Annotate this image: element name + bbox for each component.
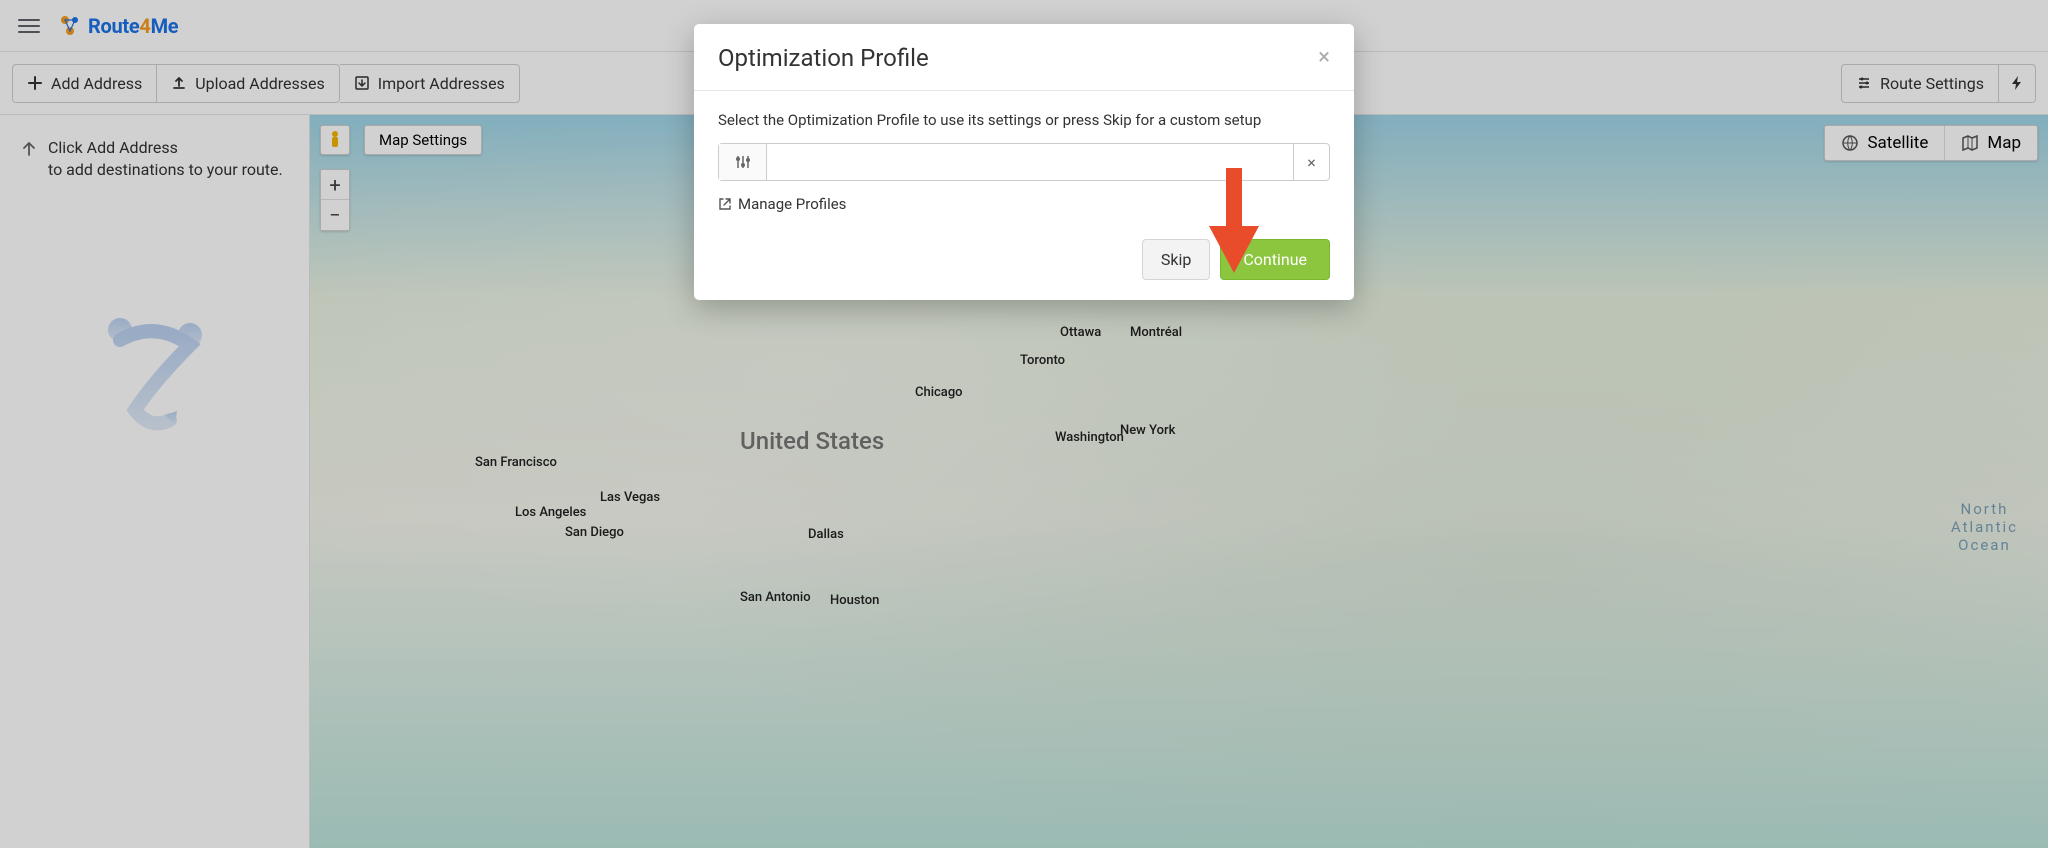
skip-button[interactable]: Skip xyxy=(1142,239,1210,280)
route-placeholder-icon xyxy=(95,310,215,450)
hint-line1: Click Add Address xyxy=(48,137,283,159)
map-city-sf: San Francisco xyxy=(475,455,557,470)
zoom-out-button[interactable]: − xyxy=(321,200,349,230)
route-settings-group: Route Settings xyxy=(1841,64,2036,103)
map-city-ottawa: Ottawa xyxy=(1060,325,1101,340)
map-city-toronto: Toronto xyxy=(1020,353,1065,368)
modal-title: Optimization Profile xyxy=(718,44,929,72)
map-city-washington: Washington xyxy=(1055,430,1124,445)
logo-text: Route4Me xyxy=(88,14,178,38)
route-settings-button[interactable]: Route Settings xyxy=(1841,64,1999,103)
modal-body: Select the Optimization Profile to use i… xyxy=(694,91,1354,221)
map-type-control: Satellite Map xyxy=(1824,125,2038,161)
map-city-ny: New York xyxy=(1120,423,1175,438)
globe-icon xyxy=(1841,134,1859,152)
upload-icon xyxy=(171,75,187,91)
route-settings-label: Route Settings xyxy=(1880,74,1984,93)
map-city-dallas: Dallas xyxy=(808,527,844,542)
zoom-control: + − xyxy=(320,169,350,231)
map-city-houston: Houston xyxy=(830,593,879,608)
hint-line2: to add destinations to your route. xyxy=(48,159,283,181)
map-settings-label: Map Settings xyxy=(379,131,467,149)
optimize-button[interactable] xyxy=(1999,64,2036,103)
pegman-icon xyxy=(327,130,343,150)
add-address-hint: Click Add Address to add destinations to… xyxy=(20,137,283,180)
import-addresses-button[interactable]: Import Addresses xyxy=(340,64,520,103)
map-city-lv: Las Vegas xyxy=(600,490,660,505)
import-icon xyxy=(354,75,370,91)
arrow-up-icon xyxy=(20,139,38,157)
map-label: Map xyxy=(1987,133,2021,153)
menu-icon[interactable] xyxy=(18,15,40,37)
optimization-profile-modal: Optimization Profile × Select the Optimi… xyxy=(694,24,1354,300)
pegman-button[interactable] xyxy=(320,125,350,155)
map-icon xyxy=(1961,134,1979,152)
profile-clear-button[interactable]: × xyxy=(1293,144,1329,180)
modal-footer: Skip Continue xyxy=(694,221,1354,300)
logo-mark-icon xyxy=(58,14,82,38)
manage-profiles-link[interactable]: Manage Profiles xyxy=(718,195,1330,213)
map-city-la: Los Angeles xyxy=(515,505,586,520)
external-link-icon xyxy=(718,197,732,211)
lightning-icon xyxy=(2009,75,2025,91)
map-country-label: United States xyxy=(740,427,884,455)
profile-select-icon xyxy=(719,144,767,180)
modal-description: Select the Optimization Profile to use i… xyxy=(718,111,1330,129)
map-city-sa: San Antonio xyxy=(740,590,811,605)
address-button-group: Add Address Upload Addresses Import Addr… xyxy=(12,64,520,103)
sidebar: Click Add Address to add destinations to… xyxy=(0,115,310,848)
profile-select: × xyxy=(718,143,1330,181)
map-settings-button[interactable]: Map Settings xyxy=(364,125,482,155)
satellite-button[interactable]: Satellite xyxy=(1825,126,1945,160)
logo[interactable]: Route4Me xyxy=(58,14,178,38)
import-addresses-label: Import Addresses xyxy=(378,74,505,93)
manage-profiles-label: Manage Profiles xyxy=(738,195,846,213)
sliders-icon xyxy=(734,153,752,171)
plus-icon xyxy=(27,75,43,91)
map-button[interactable]: Map xyxy=(1945,126,2037,160)
profile-input[interactable] xyxy=(767,144,1293,180)
close-icon[interactable]: × xyxy=(1318,47,1330,69)
modal-header: Optimization Profile × xyxy=(694,24,1354,91)
satellite-label: Satellite xyxy=(1867,133,1928,153)
map-city-sd: San Diego xyxy=(565,525,624,540)
add-address-button[interactable]: Add Address xyxy=(12,64,157,103)
upload-addresses-button[interactable]: Upload Addresses xyxy=(157,64,340,103)
continue-button[interactable]: Continue xyxy=(1220,239,1330,280)
upload-addresses-label: Upload Addresses xyxy=(195,74,325,93)
map-ocean-label: NorthAtlanticOcean xyxy=(1951,500,2018,554)
sliders-icon xyxy=(1856,75,1872,91)
map-city-chicago: Chicago xyxy=(915,385,963,400)
zoom-in-button[interactable]: + xyxy=(321,170,349,200)
add-address-label: Add Address xyxy=(51,74,142,93)
map-city-montreal: Montréal xyxy=(1130,325,1182,340)
